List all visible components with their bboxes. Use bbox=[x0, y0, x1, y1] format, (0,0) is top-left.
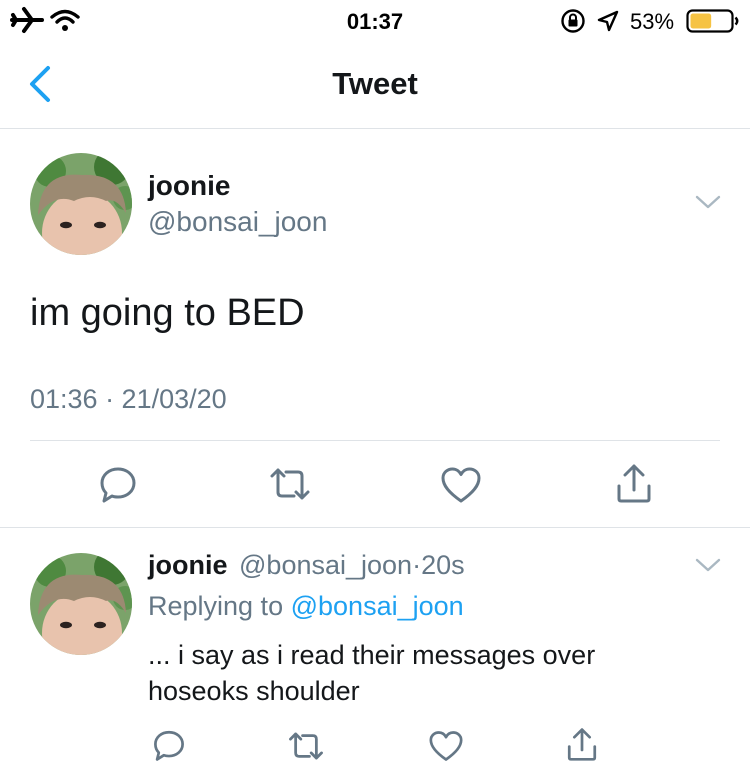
replying-to-line: Replying to @bonsai_joon bbox=[148, 591, 464, 622]
status-bar: 01:37 53% bbox=[0, 0, 750, 40]
reply-chevron-down-icon[interactable] bbox=[694, 557, 722, 575]
reply-header: joonie @bonsai_joon·20s bbox=[148, 550, 465, 581]
reply-avatar[interactable] bbox=[30, 553, 132, 655]
tweet-divider bbox=[0, 527, 750, 528]
battery-icon bbox=[686, 9, 739, 33]
page-title: Tweet bbox=[332, 66, 418, 101]
reply-age: 20s bbox=[421, 550, 465, 580]
replying-to-label: Replying to bbox=[148, 591, 284, 621]
chevron-down-icon[interactable] bbox=[694, 194, 722, 212]
reply-retweet-icon[interactable] bbox=[287, 730, 325, 762]
meta-divider bbox=[30, 440, 720, 441]
reply-reply-icon[interactable] bbox=[152, 728, 186, 762]
author-display-name[interactable]: joonie bbox=[148, 170, 230, 202]
reply-icon[interactable] bbox=[98, 464, 138, 504]
share-icon[interactable] bbox=[614, 462, 654, 504]
reply-text-line-1: ... i say as i read their messages over bbox=[148, 640, 596, 670]
tweet-text: im going to BED bbox=[30, 292, 305, 334]
reply-display-name[interactable]: joonie bbox=[148, 550, 228, 580]
like-icon[interactable] bbox=[440, 466, 482, 504]
reply-handle[interactable]: @bonsai_joon bbox=[239, 550, 412, 580]
reply-like-icon[interactable] bbox=[428, 730, 464, 762]
rotation-lock-icon bbox=[561, 9, 585, 33]
tweet-timestamp: 01:36 · 21/03/20 bbox=[30, 384, 227, 414]
author-handle[interactable]: @bonsai_joon bbox=[148, 206, 327, 238]
avatar[interactable] bbox=[30, 153, 132, 255]
header-divider bbox=[0, 128, 750, 129]
reply-text: ... i say as i read their messages over … bbox=[148, 637, 728, 709]
reply-share-icon[interactable] bbox=[565, 726, 599, 762]
battery-percent: 53% bbox=[630, 9, 675, 34]
reply-separator: · bbox=[412, 550, 422, 580]
replying-to-link[interactable]: @bonsai_joon bbox=[291, 591, 464, 621]
retweet-icon[interactable] bbox=[268, 466, 312, 502]
reply-text-line-2: hoseoks shoulder bbox=[148, 676, 360, 706]
location-icon bbox=[597, 10, 619, 32]
